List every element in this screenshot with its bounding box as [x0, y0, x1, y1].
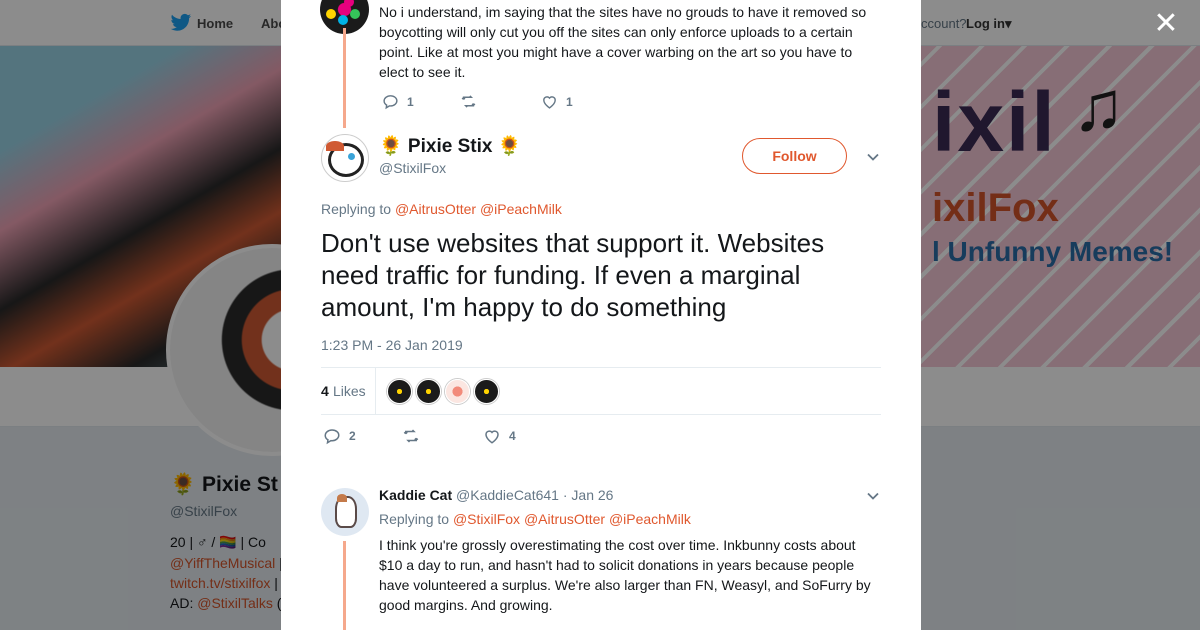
- thread-connector-line: [343, 541, 346, 630]
- previous-like-button[interactable]: 1: [541, 93, 573, 110]
- mention-ipeachmilk[interactable]: @iPeachMilk: [609, 511, 691, 527]
- retweet-icon: [461, 95, 476, 108]
- reply-tweet-date[interactable]: · Jan 26: [563, 487, 614, 503]
- main-like-button[interactable]: 4: [483, 427, 516, 445]
- main-tweet-avatar[interactable]: [321, 134, 369, 182]
- reply-tweet-author-handle[interactable]: @KaddieCat641: [456, 487, 559, 503]
- reply-icon: [383, 95, 398, 110]
- mention-ipeachmilk[interactable]: @iPeachMilk: [480, 201, 562, 217]
- chevron-down-icon[interactable]: [866, 489, 880, 503]
- main-reply-button[interactable]: 2: [323, 427, 356, 445]
- reply-tweet-text: I think you're grossly overestimating th…: [379, 537, 871, 613]
- mention-stixilfox[interactable]: @StixilFox: [453, 511, 520, 527]
- reply-tweet-author-name[interactable]: Kaddie Cat: [379, 487, 452, 503]
- previous-retweet-button[interactable]: [460, 93, 485, 110]
- reply-tweet-replying-to: Replying to @StixilFox @AitrusOtter @iPe…: [379, 511, 691, 527]
- mention-aitrusotter[interactable]: @AitrusOtter: [395, 201, 476, 217]
- retweet-icon: [403, 429, 419, 443]
- mention-aitrusotter[interactable]: @AitrusOtter: [524, 511, 605, 527]
- main-tweet-author-handle[interactable]: @StixilFox: [379, 160, 446, 176]
- liker-avatar[interactable]: [445, 379, 470, 404]
- reply-icon: [324, 429, 340, 445]
- heart-icon: [543, 96, 556, 109]
- main-tweet-timestamp[interactable]: 1:23 PM - 26 Jan 2019: [321, 337, 463, 353]
- stats-divider: [375, 368, 376, 414]
- replying-prefix: Replying to: [379, 511, 453, 527]
- liker-avatar[interactable]: [416, 379, 441, 404]
- liker-avatar[interactable]: [387, 379, 412, 404]
- previous-reply-count: 1: [407, 94, 414, 109]
- close-icon[interactable]: ✕: [1153, 9, 1179, 39]
- follow-button[interactable]: Follow: [742, 138, 847, 174]
- replying-prefix: Replying to: [321, 201, 395, 217]
- tweet-modal: No i understand, im saying that the site…: [281, 0, 921, 630]
- heart-icon: [485, 430, 499, 444]
- previous-tweet-text: No i understand, im saying that the site…: [379, 4, 867, 80]
- liker-avatar[interactable]: [474, 379, 499, 404]
- main-tweet-text: Don't use websites that support it. Webs…: [321, 228, 825, 322]
- reply-tweet-header: Kaddie Cat @KaddieCat641 · Jan 26: [379, 487, 613, 503]
- main-tweet-author-name[interactable]: 🌻 Pixie Stix 🌻: [379, 134, 521, 158]
- thread-connector-line: [343, 28, 346, 128]
- main-reply-count: 2: [349, 429, 356, 443]
- previous-reply-button[interactable]: 1: [382, 93, 414, 110]
- previous-like-count: 1: [566, 94, 573, 109]
- main-tweet-replying-to: Replying to @AitrusOtter @iPeachMilk: [321, 201, 562, 217]
- reply-tweet-avatar[interactable]: [321, 488, 369, 536]
- chevron-down-icon[interactable]: [866, 150, 880, 164]
- main-retweet-button[interactable]: [402, 427, 428, 445]
- likes-label[interactable]: Likes: [333, 383, 366, 399]
- main-like-count: 4: [509, 429, 516, 443]
- likes-count[interactable]: 4: [321, 383, 329, 399]
- main-tweet-stats: 4 Likes: [321, 367, 881, 415]
